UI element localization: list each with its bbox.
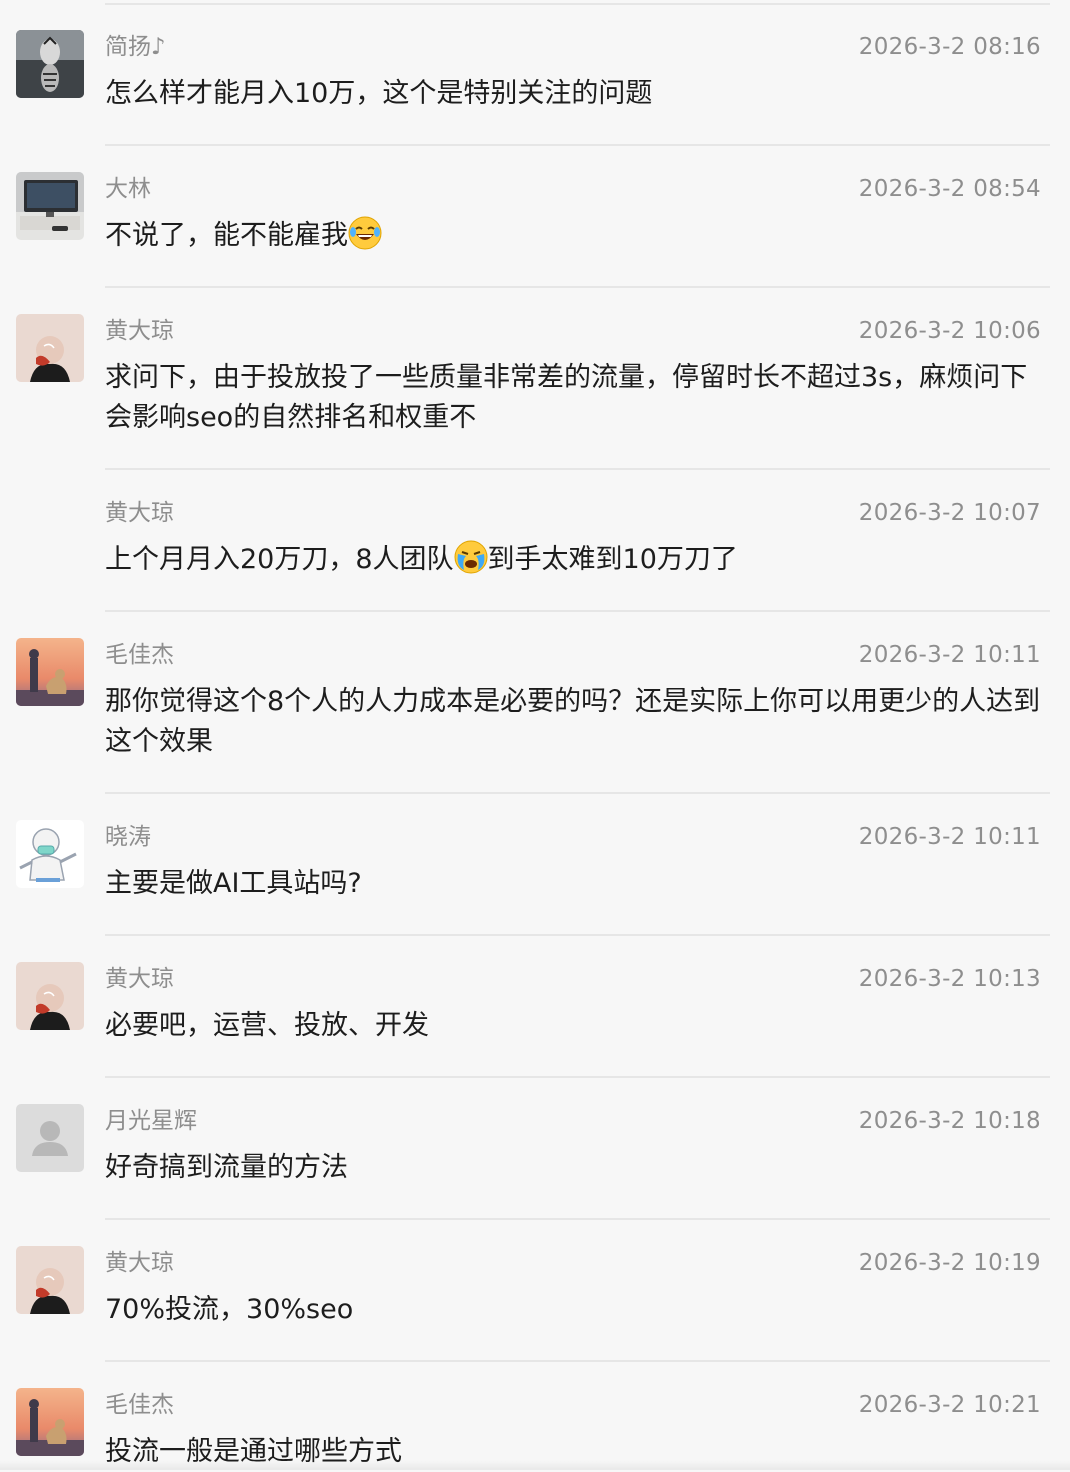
divider <box>105 792 1050 794</box>
divider <box>105 3 1050 5</box>
timestamp: 2026-3-2 10:19 <box>858 1250 1041 1276</box>
sender-name[interactable]: 大林 <box>105 174 151 204</box>
message-text: 主要是做AI工具站吗? <box>105 868 362 899</box>
sender-name[interactable]: 月光星辉 <box>105 1106 197 1136</box>
divider <box>105 1076 1050 1078</box>
message-text: 70%投流，30%seo <box>105 1294 354 1325</box>
sender-name[interactable]: 晓涛 <box>105 822 151 852</box>
divider <box>105 934 1050 936</box>
cartoon-avatar[interactable] <box>16 820 84 888</box>
timestamp: 2026-3-2 10:06 <box>858 318 1041 344</box>
timestamp: 2026-3-2 10:11 <box>858 642 1041 668</box>
sender-name[interactable]: 黄大琼 <box>105 964 174 994</box>
timestamp: 2026-3-2 10:11 <box>858 824 1041 850</box>
scroll-fade <box>0 1460 1070 1470</box>
timestamp: 2026-3-2 08:16 <box>858 34 1041 60</box>
sender-name[interactable]: 黄大琼 <box>105 498 174 528</box>
message-text: 那你觉得这个8个人的人力成本是必要的吗？还是实际上你可以用更少的人达到这个效果 <box>105 686 1041 757</box>
laughing-emoji <box>348 216 382 250</box>
person-avatar[interactable] <box>16 314 84 382</box>
message-text: 求问下，由于投放投了一些质量非常差的流量，停留时长不超过3s，麻烦问下会影响se… <box>105 362 1028 433</box>
sender-name[interactable]: 毛佳杰 <box>105 640 174 670</box>
sunset-avatar[interactable] <box>16 638 84 706</box>
sender-name[interactable]: 简扬♪ <box>105 32 166 62</box>
person-avatar[interactable] <box>16 962 84 1030</box>
timestamp: 2026-3-2 10:18 <box>858 1108 1041 1134</box>
tiger-avatar[interactable] <box>16 30 84 98</box>
divider <box>105 1360 1050 1362</box>
message-text: 怎么样才能月入10万，这个是特别关注的问题 <box>105 78 653 109</box>
desk-avatar[interactable] <box>16 172 84 240</box>
divider <box>105 286 1050 288</box>
message-text: 上个月月入20万刀，8人团队 到手太难到10万刀了 <box>105 540 1045 580</box>
timestamp: 2026-3-2 10:13 <box>858 966 1041 992</box>
timestamp: 2026-3-2 10:21 <box>858 1392 1041 1418</box>
message-text: 必要吧，运营、投放、开发 <box>105 1010 429 1041</box>
divider <box>105 1218 1050 1220</box>
sunset-avatar[interactable] <box>16 1388 84 1456</box>
crying-emoji <box>454 540 488 574</box>
divider <box>105 144 1050 146</box>
message-text: 好奇搞到流量的方法 <box>105 1152 348 1183</box>
timestamp: 2026-3-2 08:54 <box>858 176 1041 202</box>
timestamp: 2026-3-2 10:07 <box>858 500 1041 526</box>
default-avatar[interactable] <box>16 1104 84 1172</box>
sender-name[interactable]: 黄大琼 <box>105 1248 174 1278</box>
message-text: 不说了，能不能雇我 <box>105 216 1045 256</box>
sender-name[interactable]: 毛佳杰 <box>105 1390 174 1420</box>
divider <box>105 468 1050 470</box>
person-avatar[interactable] <box>16 1246 84 1314</box>
sender-name[interactable]: 黄大琼 <box>105 316 174 346</box>
divider <box>105 610 1050 612</box>
